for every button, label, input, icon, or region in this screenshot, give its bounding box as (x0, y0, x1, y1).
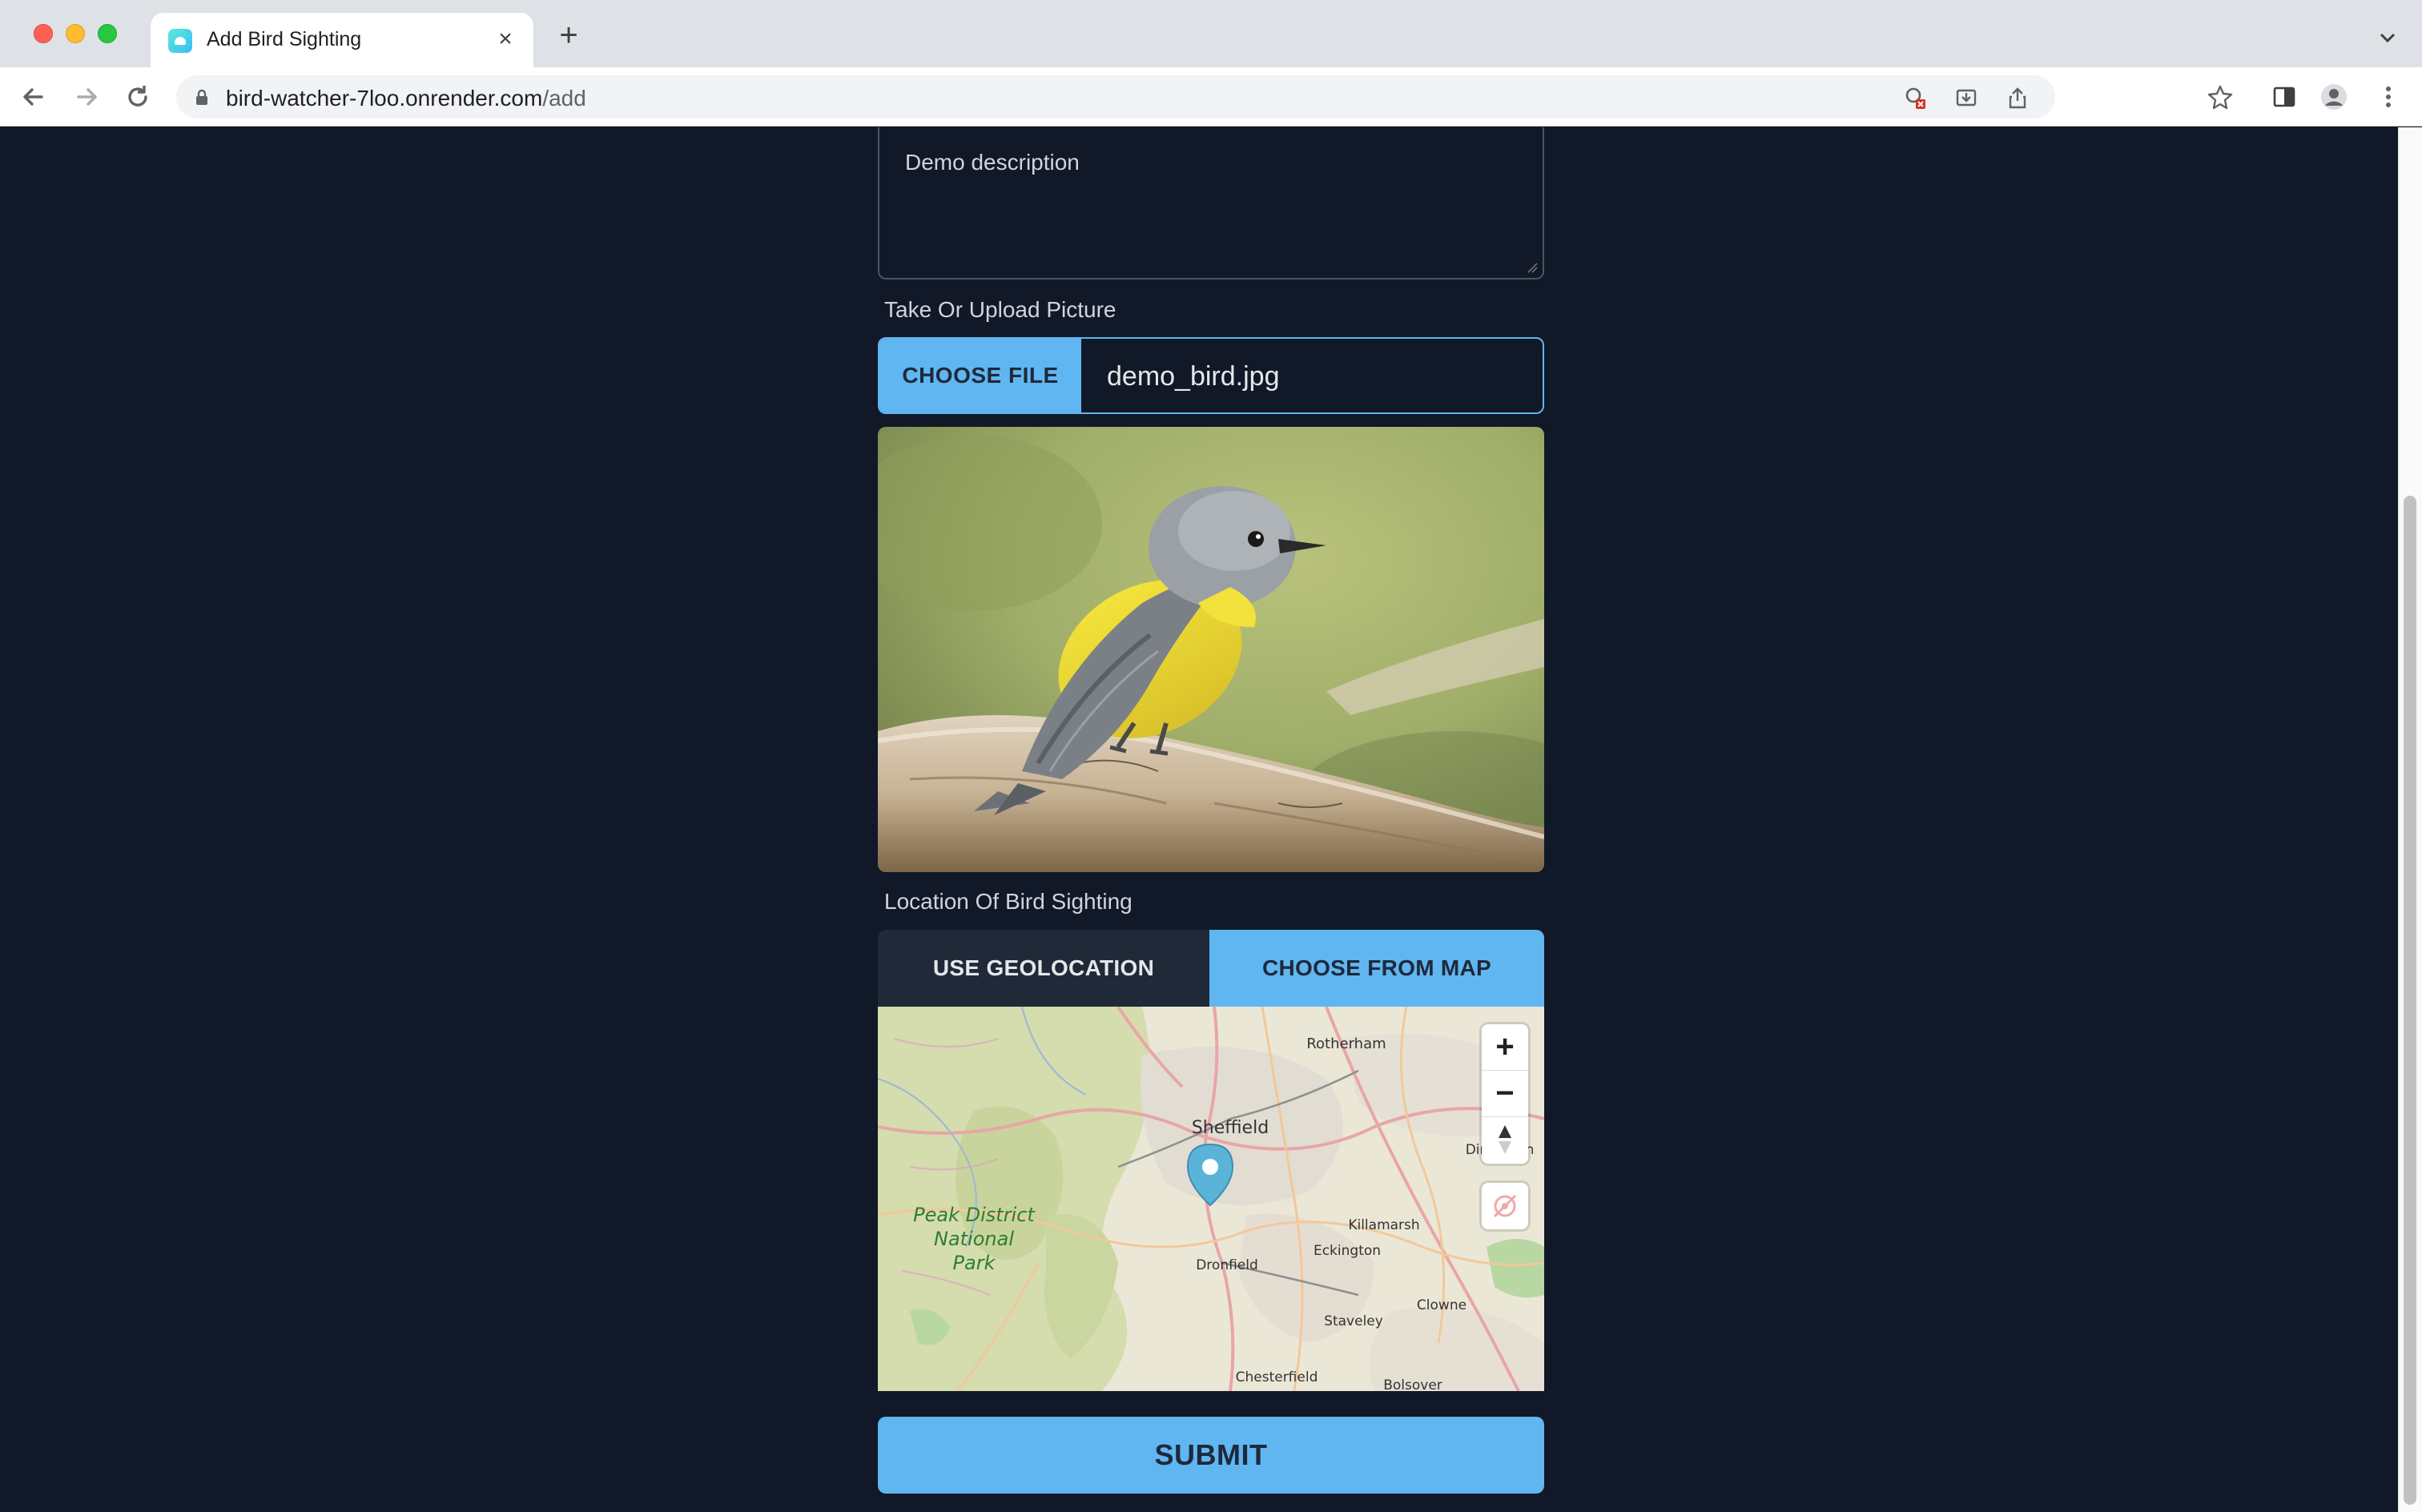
site-favicon-icon (168, 29, 192, 53)
zoom-out-button[interactable]: − (1482, 1071, 1528, 1117)
compass-icon (1499, 1125, 1511, 1154)
map-place-rotherham: Rotherham (1306, 1035, 1386, 1052)
map-place-bolsover: Bolsover (1383, 1377, 1442, 1391)
tab-search-chevron-icon[interactable] (2377, 27, 2398, 48)
url-text[interactable]: bird-watcher-7loo.onrender.com/add (226, 86, 586, 111)
address-bar[interactable]: bird-watcher-7loo.onrender.com/add (176, 75, 2055, 119)
profile-icon[interactable] (2320, 83, 2348, 111)
geolocate-disabled-icon (1493, 1194, 1517, 1218)
map-place-clowne: Clowne (1417, 1297, 1466, 1313)
resize-grip-icon[interactable] (1527, 262, 1538, 273)
url-path: /add (542, 86, 586, 111)
tab-title: Add Bird Sighting (207, 28, 362, 50)
file-name: demo_bird.jpg (1107, 361, 1280, 392)
browser-tab-active[interactable]: Add Bird Sighting × (151, 13, 533, 67)
url-host: bird-watcher-7loo.onrender.com (226, 86, 543, 111)
description-value: Demo description (905, 150, 1080, 175)
location-label: Location Of Bird Sighting (884, 889, 1133, 914)
map-place-chesterfield: Chesterfield (1236, 1369, 1318, 1385)
new-tab-button[interactable]: + (553, 19, 585, 53)
map-place-killamarsh: Killamarsh (1348, 1217, 1419, 1233)
map-tiles[interactable]: Rotherham Sheffield Peak District Nation… (878, 1007, 1544, 1391)
location-map[interactable]: Rotherham Sheffield Peak District Nation… (878, 1007, 1544, 1391)
map-place-national: National (934, 1228, 1014, 1250)
bird-photo (878, 427, 1544, 872)
share-icon[interactable] (2006, 86, 2030, 110)
map-place-peak-district: Peak District (913, 1204, 1036, 1226)
window-minimize-button[interactable] (66, 24, 85, 43)
page-scrollbar[interactable] (2398, 127, 2422, 1512)
tab-close-icon[interactable]: × (492, 26, 519, 53)
forward-icon[interactable] (70, 81, 103, 113)
map-place-staveley: Staveley (1324, 1313, 1383, 1329)
use-geolocation-tab[interactable]: USE GEOLOCATION (878, 930, 1209, 1007)
window-maximize-button[interactable] (98, 24, 117, 43)
back-icon[interactable] (18, 81, 50, 113)
bookmark-star-icon[interactable] (2207, 83, 2234, 111)
location-method-tabs: USE GEOLOCATION CHOOSE FROM MAP (878, 930, 1544, 1007)
map-place-sheffield: Sheffield (1192, 1118, 1269, 1138)
picture-label: Take Or Upload Picture (884, 297, 1116, 322)
page-content: Demo description Take Or Upload Picture … (0, 127, 2422, 1512)
choose-from-map-tab[interactable]: CHOOSE FROM MAP (1209, 930, 1544, 1007)
file-input[interactable]: CHOOSE FILE demo_bird.jpg (878, 337, 1544, 414)
choose-file-button[interactable]: CHOOSE FILE (879, 339, 1081, 412)
install-icon[interactable] (1954, 86, 1978, 110)
browser-tab-strip: Add Bird Sighting × + (0, 0, 2422, 67)
reload-icon[interactable] (122, 81, 154, 113)
map-place-dronfield: Dronfield (1196, 1257, 1258, 1273)
lock-icon[interactable] (192, 88, 211, 107)
map-geolocate-button[interactable] (1482, 1183, 1528, 1229)
map-zoom-controls: + − (1482, 1024, 1528, 1164)
map-place-eckington: Eckington (1314, 1243, 1381, 1259)
compass-reset-button[interactable] (1482, 1117, 1528, 1164)
scrollbar-thumb[interactable] (2404, 496, 2416, 1505)
window-close-button[interactable] (34, 24, 53, 43)
blocked-popup-icon[interactable] (1903, 86, 1927, 110)
description-textarea[interactable]: Demo description (878, 127, 1544, 279)
submit-button[interactable]: SUBMIT (878, 1417, 1544, 1494)
map-place-park: Park (953, 1252, 996, 1274)
browser-toolbar: bird-watcher-7loo.onrender.com/add (0, 67, 2422, 127)
zoom-in-button[interactable]: + (1482, 1024, 1528, 1071)
menu-icon[interactable] (2375, 83, 2402, 111)
side-panel-icon[interactable] (2271, 83, 2298, 111)
